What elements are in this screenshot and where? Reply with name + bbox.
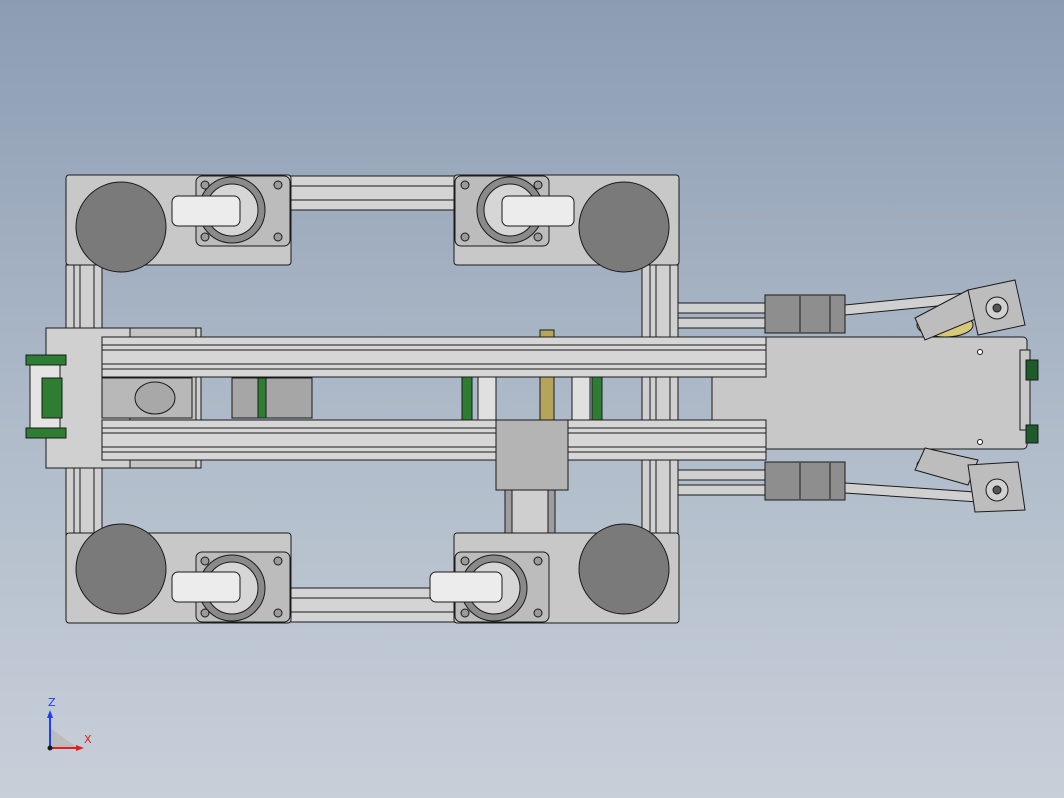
center-rail-lower xyxy=(101,419,767,461)
extension-arm[interactable] xyxy=(677,279,1039,513)
omni-wheel-top-right xyxy=(578,181,670,273)
wheel-plate-bottom-left[interactable] xyxy=(65,523,292,624)
frame-top-rail xyxy=(289,175,456,211)
caster-wheel-top-left xyxy=(171,195,241,227)
x-axis-label: X xyxy=(84,733,92,746)
robot-chassis-top-view[interactable] xyxy=(0,0,1064,798)
omni-wheel-bottom-right xyxy=(578,523,670,615)
triad-axes-icon xyxy=(47,710,84,751)
stepper-motor xyxy=(231,377,313,419)
caster-wheel-bottom-left xyxy=(171,571,241,603)
omni-wheel-bottom-left xyxy=(75,523,167,615)
z-axis-label: Z xyxy=(48,696,56,709)
wheel-plate-bottom-right[interactable] xyxy=(429,523,680,624)
wheel-plate-top-left[interactable] xyxy=(65,174,292,273)
frame-right-rail xyxy=(641,264,679,541)
coordinate-triad: Z X xyxy=(38,696,98,760)
caster-wheel-top-right xyxy=(501,195,575,227)
omni-wheel-top-left xyxy=(75,181,167,273)
cad-graphics-viewport[interactable]: Z X xyxy=(0,0,1064,798)
center-rail-upper xyxy=(101,336,767,378)
caster-wheel-bottom-right xyxy=(429,571,503,603)
slide-block-top xyxy=(764,294,846,334)
slide-block-bottom xyxy=(764,461,846,501)
lift-carriage xyxy=(495,419,569,491)
wheel-plate-top-right[interactable] xyxy=(453,174,680,273)
